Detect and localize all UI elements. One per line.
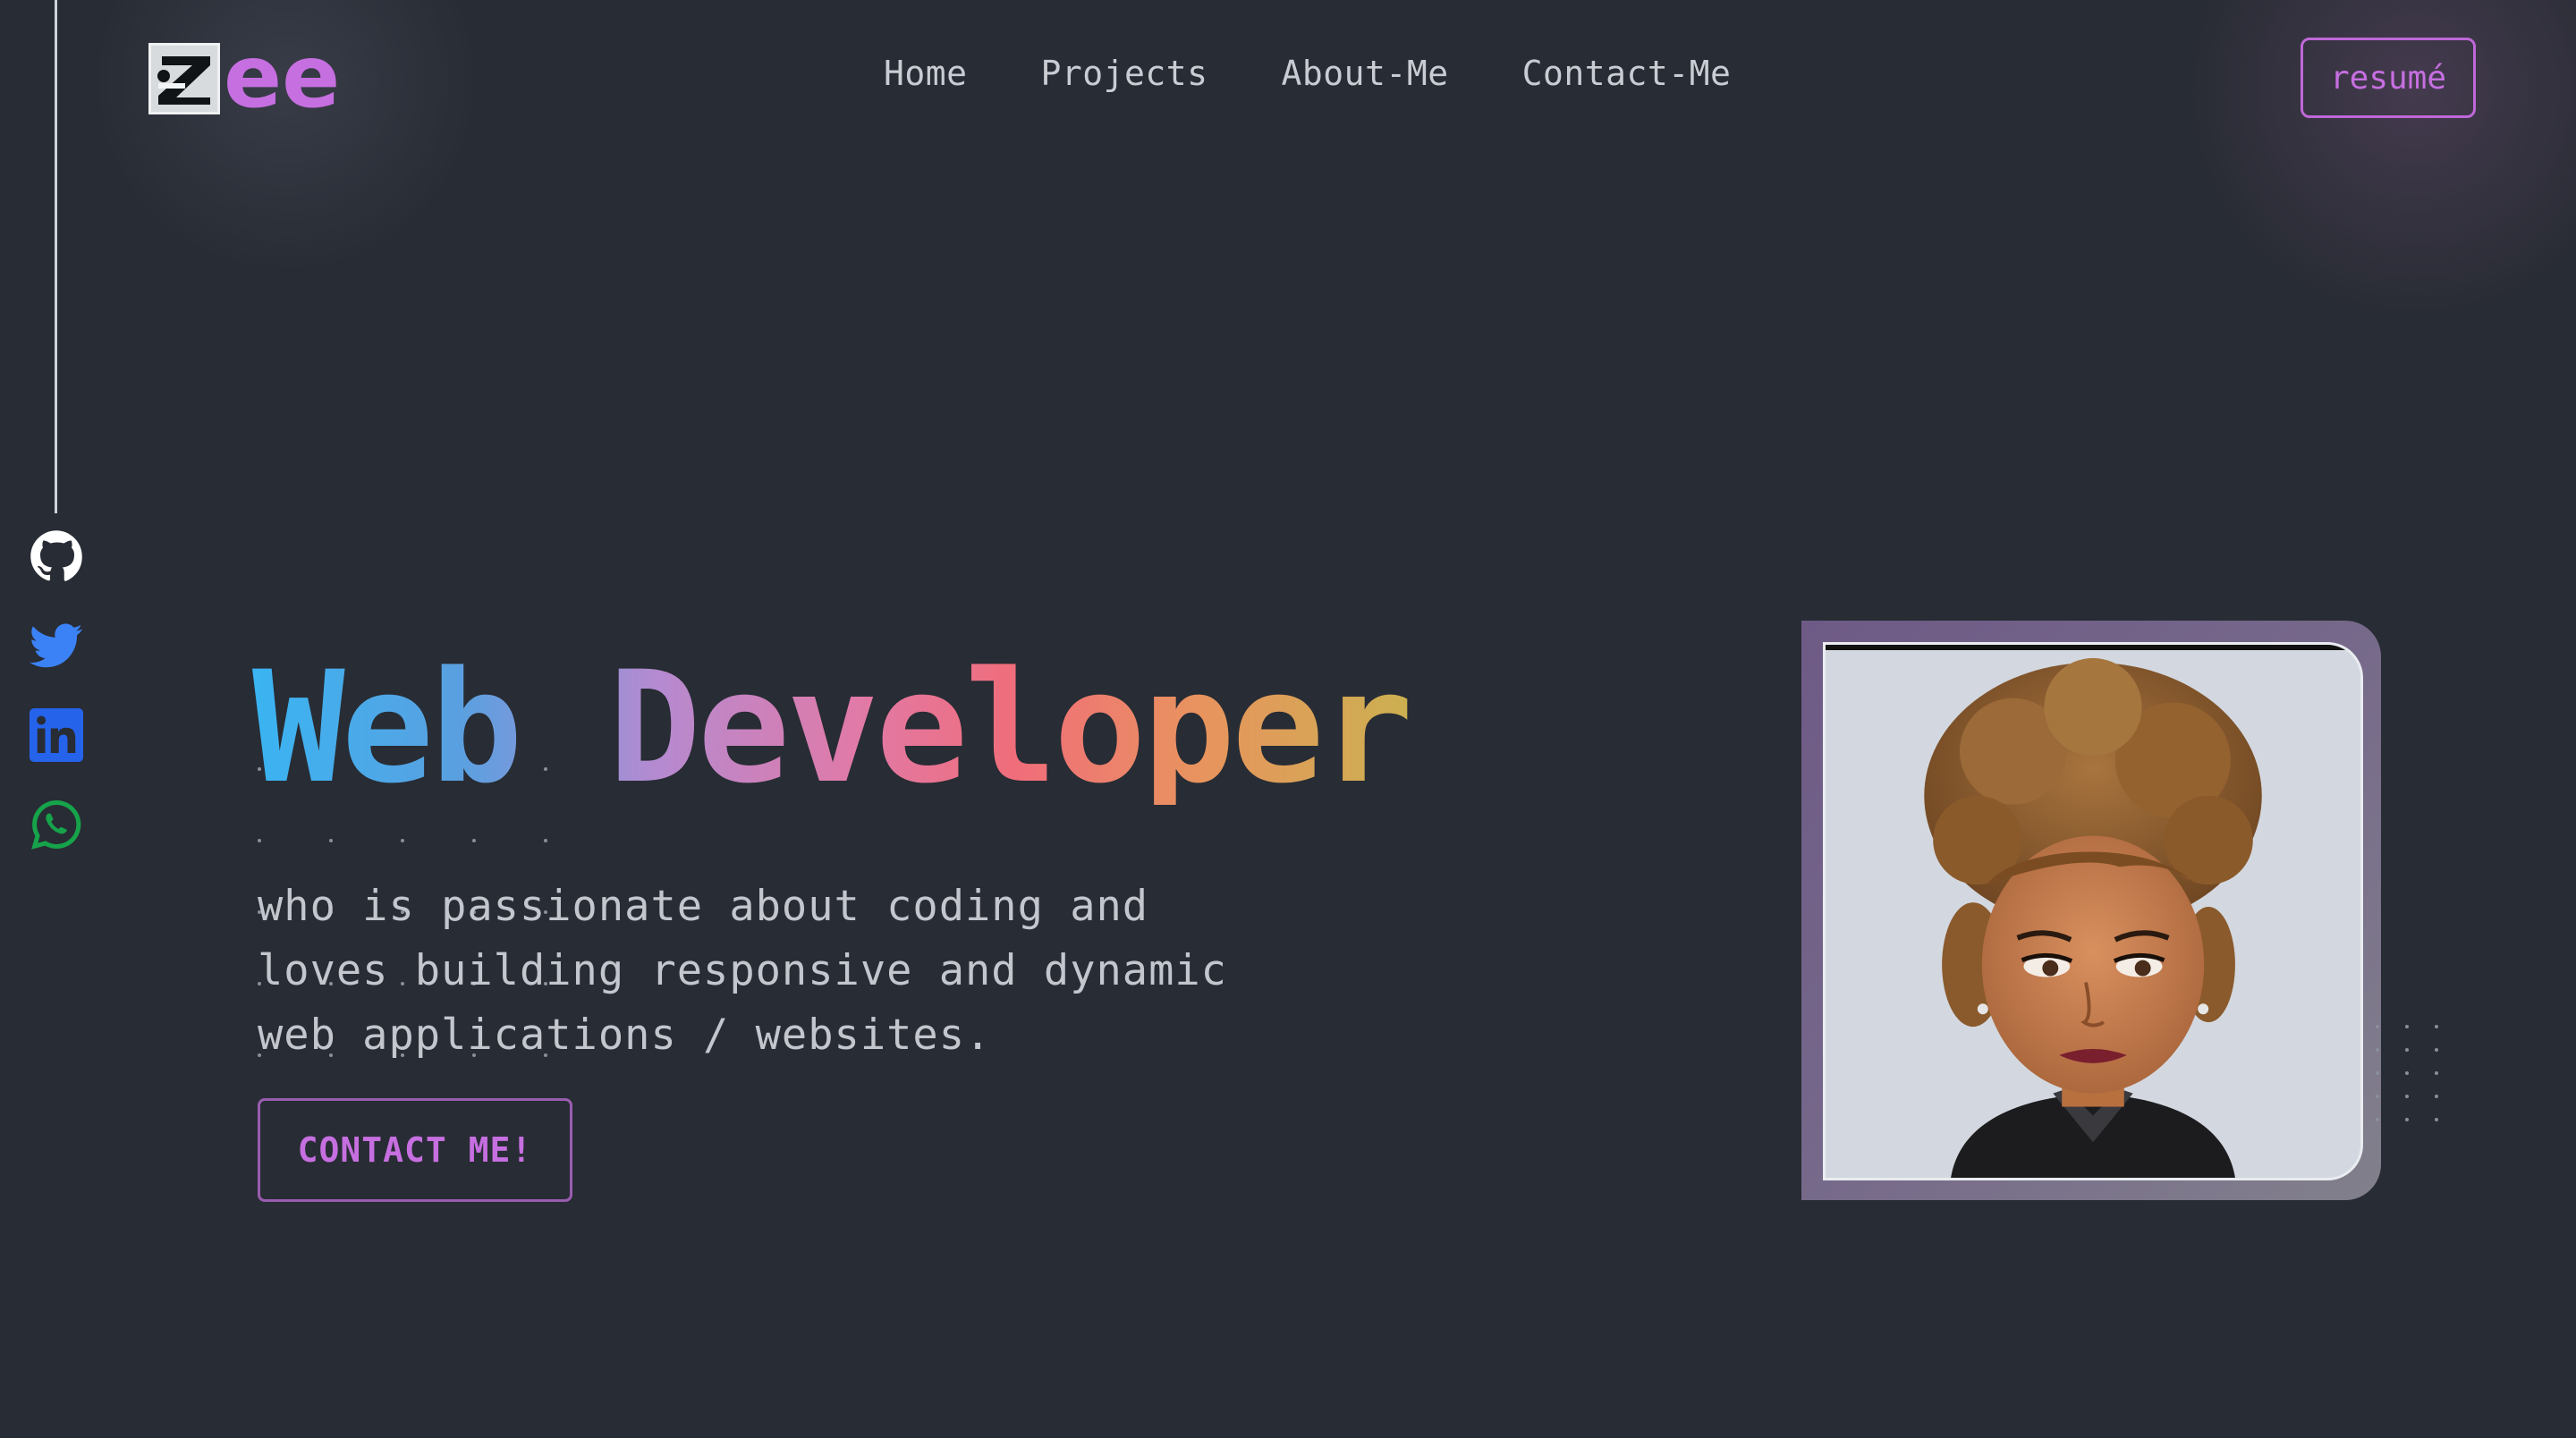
avatar-illustration bbox=[1924, 657, 2262, 1178]
whatsapp-icon bbox=[31, 799, 81, 850]
linkedin-link[interactable] bbox=[28, 706, 85, 764]
twitter-link[interactable] bbox=[28, 617, 85, 674]
linkedin-icon bbox=[30, 708, 83, 762]
logo-text: ee bbox=[224, 27, 341, 127]
nav-home[interactable]: Home bbox=[884, 54, 968, 93]
logo[interactable]: ee bbox=[148, 27, 341, 127]
hero-subtitle: who is passionate about coding and loves… bbox=[258, 882, 1227, 1060]
resume-button[interactable]: resumé bbox=[2301, 38, 2476, 118]
github-link[interactable] bbox=[28, 528, 85, 585]
nav-about-me[interactable]: About-Me bbox=[1282, 54, 1449, 93]
social-rail-line bbox=[55, 0, 57, 513]
dot-grid-decoration-right bbox=[2376, 1025, 2438, 1121]
nav-contact-me[interactable]: Contact-Me bbox=[1522, 54, 1732, 93]
github-icon bbox=[30, 530, 82, 581]
contact-me-button[interactable]: CONTACT ME! bbox=[258, 1098, 572, 1202]
twitter-icon bbox=[30, 623, 82, 668]
main-nav: Home Projects About-Me Contact-Me bbox=[884, 54, 1731, 93]
logo-mark bbox=[148, 43, 220, 114]
whatsapp-link[interactable] bbox=[28, 796, 85, 853]
portrait-image bbox=[1823, 642, 2363, 1180]
nav-projects[interactable]: Projects bbox=[1041, 54, 1208, 93]
portrait-frame bbox=[1801, 621, 2381, 1200]
hero-title: Web Developer bbox=[252, 638, 1413, 817]
logo-z-icon bbox=[151, 46, 217, 112]
